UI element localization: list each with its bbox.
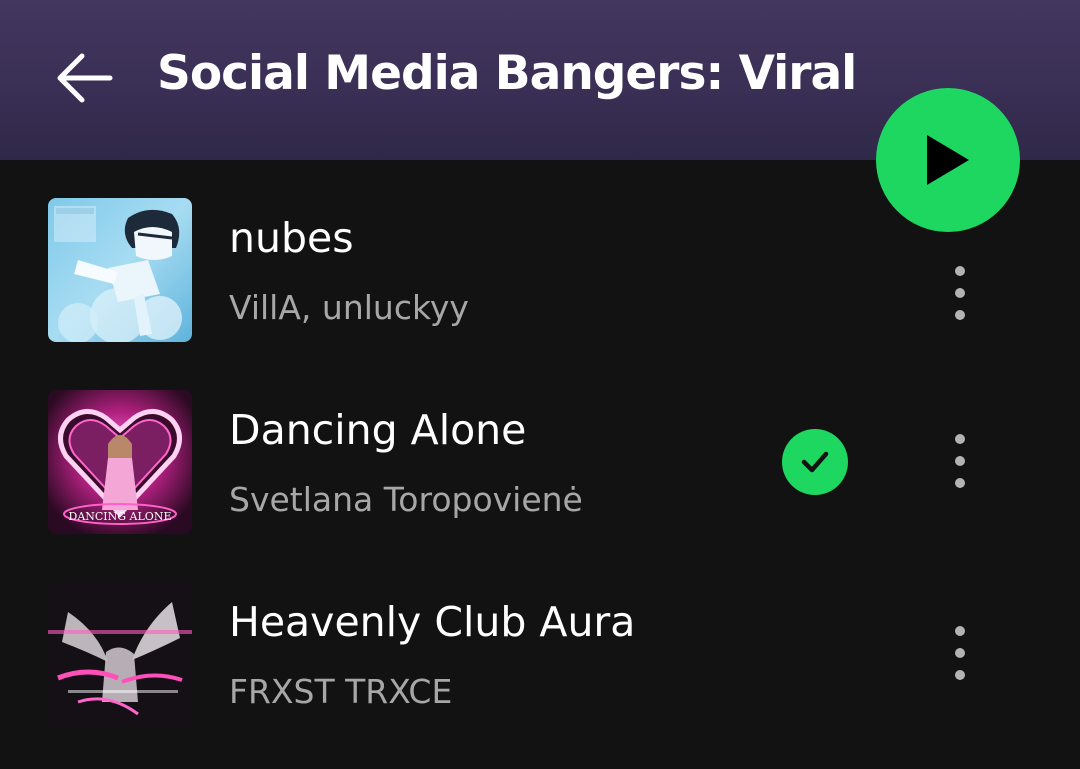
track-row[interactable]: DANCING ALONE Dancing Alone Svetlana Tor… bbox=[0, 388, 1080, 538]
more-options-icon bbox=[955, 266, 965, 276]
track-title: nubes bbox=[229, 214, 354, 262]
page-title: Social Media Bangers: Viral bbox=[157, 46, 857, 101]
more-options-icon bbox=[955, 626, 965, 636]
album-art-text: DANCING ALONE bbox=[69, 510, 172, 523]
play-icon bbox=[927, 135, 969, 185]
track-artist: FRXST TRXCE bbox=[229, 672, 453, 711]
more-options-button[interactable] bbox=[930, 416, 990, 506]
arrow-left-icon bbox=[57, 53, 113, 103]
track-artist: Svetlana Toropovienė bbox=[229, 480, 583, 519]
track-row[interactable]: Heavenly Club Aura FRXST TRXCE bbox=[0, 580, 1080, 730]
track-artist: VillA, unluckyy bbox=[229, 288, 469, 327]
more-options-icon bbox=[955, 434, 965, 444]
downloaded-badge bbox=[782, 429, 848, 495]
playlist-screen: Social Media Bangers: Viral nubes VillA,… bbox=[0, 0, 1080, 769]
album-art-anime-boy bbox=[48, 198, 192, 342]
album-art-glitch-angel bbox=[48, 582, 192, 726]
play-button[interactable] bbox=[876, 88, 1020, 232]
more-options-button[interactable] bbox=[930, 248, 990, 338]
check-icon bbox=[801, 451, 829, 473]
back-button[interactable] bbox=[52, 48, 116, 108]
track-title: Dancing Alone bbox=[229, 406, 527, 454]
more-options-button[interactable] bbox=[930, 608, 990, 698]
track-title: Heavenly Club Aura bbox=[229, 598, 636, 646]
album-art-neon-heart: DANCING ALONE bbox=[48, 390, 192, 534]
